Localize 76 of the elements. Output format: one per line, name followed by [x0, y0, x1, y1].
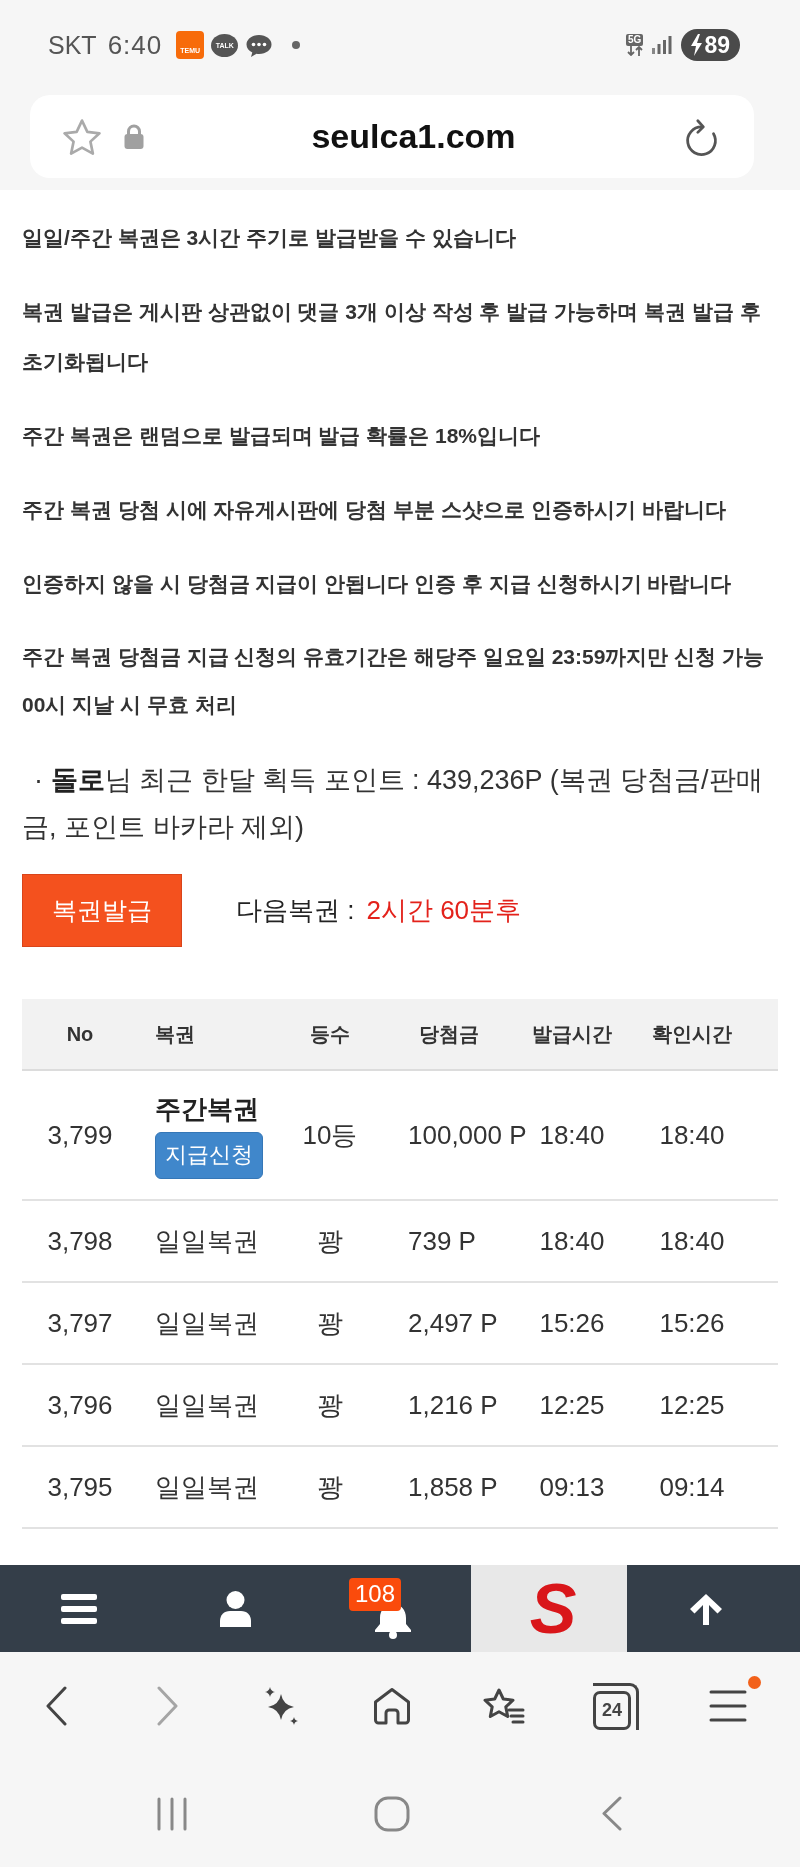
table-cell: 18:40: [539, 1225, 605, 1257]
table-cell-text: 일일복권: [155, 1306, 259, 1340]
address-bar[interactable]: seulca1.com: [30, 95, 754, 178]
chevron-right-icon: [157, 1686, 179, 1726]
notice-text: 인증하지 않을 시 당첨금 지급이 안됩니다 인증 후 지급 신청하시기 바랍니다: [22, 571, 733, 597]
table-cell: 3,796: [47, 1389, 113, 1421]
table-cell: 12:25: [539, 1389, 605, 1421]
table-cell: 09:13: [539, 1471, 605, 1503]
back-button[interactable]: [45, 1686, 67, 1726]
points-summary: · 돌로님 최근 한달 획득 포인트 : 439,236P (복권 당첨금/판매금, 포인트 바카라 제외): [22, 764, 764, 844]
notice-text: 주간 복권은 랜덤으로 발급되며 발급 확률은 18%입니다: [22, 423, 542, 449]
notice-text: 일일/주간 복권은 3시간 주기로 발급받을 수 있습니다: [22, 225, 517, 251]
table-cell: 2,497 P: [408, 1307, 498, 1339]
lock-icon: [124, 123, 144, 150]
table-cell-text: 꽝: [317, 1224, 343, 1258]
table-cell: 09:14: [659, 1471, 725, 1503]
column-header: 복권: [155, 1021, 195, 1047]
tabs-button[interactable]: 24: [593, 1682, 639, 1730]
logo-button[interactable]: S: [471, 1565, 627, 1652]
chat-bubble-icon: [245, 32, 274, 58]
table-cell: 18:40: [659, 1119, 725, 1151]
table-cell: 3,798: [47, 1225, 113, 1257]
table-cell: 1,858 P: [408, 1471, 498, 1503]
table-cell: 12:25: [659, 1389, 725, 1421]
table-cell-text: 꽝: [317, 1470, 343, 1504]
table-cell-text: 꽝: [317, 1306, 343, 1340]
table-cell-text: 일일복권: [155, 1388, 259, 1422]
person-icon: [220, 1590, 251, 1627]
table-cell: 15:26: [539, 1307, 605, 1339]
table-cell: 18:40: [659, 1225, 725, 1257]
ticket-name: 주간복권: [155, 1092, 259, 1126]
clock-time: 6:40: [107, 29, 163, 61]
table-cell: 3,795: [47, 1471, 113, 1503]
next-ticket-label: 다음복권 :: [236, 894, 355, 927]
table-cell: 15:26: [659, 1307, 725, 1339]
column-header: 등수: [310, 1021, 350, 1047]
table-cell-text: 일일복권: [155, 1224, 259, 1258]
table-cell: 3,799: [47, 1119, 113, 1151]
table-cell: 18:40: [539, 1119, 605, 1151]
table-cell-text: 10등: [302, 1118, 358, 1152]
notification-count: 108: [349, 1578, 402, 1611]
table-cell-text: 일일복권: [155, 1470, 259, 1504]
network-type-label: 5G: [626, 34, 644, 46]
column-header: No: [66, 1022, 94, 1046]
column-header: 확인시간: [652, 1021, 732, 1047]
signal-icon: [652, 36, 673, 54]
notice-text: 주간 복권 당첨금 지급 신청의 유효기간은 해당주 일요일 23:59까지만 신청 가능 00시 지날 시 무효 처리: [22, 644, 766, 718]
chevron-left-icon: [601, 1796, 623, 1831]
notice-text: 복권 발급은 게시판 상관없이 댓글 3개 이상 작성 후 발급 가능하며 복권 발급 후 초기화됩니다: [22, 299, 762, 375]
chevron-left-icon: [45, 1686, 67, 1726]
table-cell: 1,216 P: [408, 1389, 498, 1421]
battery-level: 89: [704, 31, 730, 59]
carrier-name: SKT: [48, 30, 97, 60]
tab-count: 24: [593, 1690, 631, 1730]
home-icon: [373, 1687, 411, 1725]
star-list-icon: [483, 1688, 525, 1724]
data-arrows-icon: [626, 46, 643, 56]
table-cell-text: 꽝: [317, 1388, 343, 1422]
home-button[interactable]: [373, 1687, 411, 1725]
next-ticket-time: 2시간 60분후: [366, 894, 522, 927]
table-cell: 739 P: [408, 1225, 476, 1257]
table-cell: 100,000 P: [408, 1119, 527, 1151]
column-header: 당첨금: [419, 1021, 479, 1047]
menu-icon: [60, 1593, 97, 1624]
star-outline-icon: [61, 117, 103, 156]
notifications-button[interactable]: 108: [314, 1565, 471, 1652]
column-header: 발급시간: [532, 1021, 612, 1047]
rounded-square-icon: [374, 1795, 410, 1832]
url-text: seulca1.com: [310, 117, 517, 156]
dot-icon: [292, 41, 301, 49]
site-logo: S: [528, 1572, 577, 1645]
bookmarks-button[interactable]: [483, 1688, 525, 1724]
notice-text: 주간 복권 당첨 시에 자유게시판에 당첨 부분 스샷으로 인증하시기 바랍니다: [22, 497, 727, 523]
vertical-bars-icon: [157, 1796, 187, 1831]
menu-icon: [709, 1690, 747, 1722]
table-cell: 3,797: [47, 1307, 113, 1339]
